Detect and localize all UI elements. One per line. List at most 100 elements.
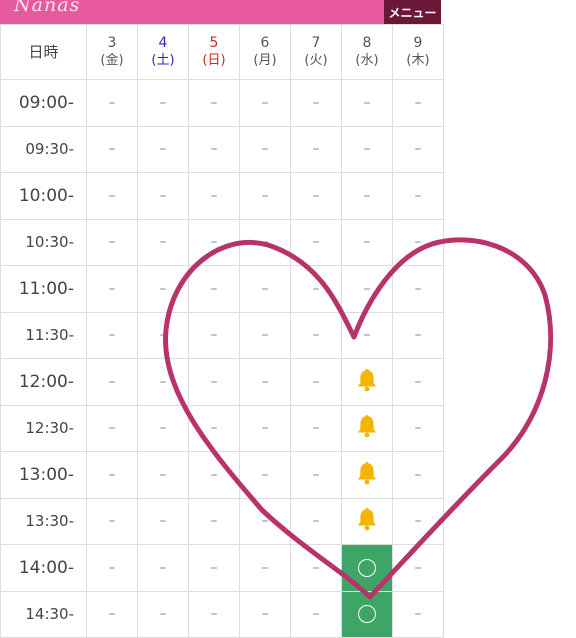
circle-icon [358,605,376,624]
time-slot-label: 11:00- [0,265,87,313]
slot-cell-unavailable: – [239,172,291,220]
day-date: 9 [413,35,423,51]
time-slot-label: 14:00- [0,544,87,592]
slot-cell-waitlist[interactable] [341,451,393,499]
slot-cell-available[interactable] [341,544,393,592]
time-slot-label: 13:00- [0,451,87,499]
slot-cell-unavailable: – [86,311,138,359]
day-header-4: 4 (土) [137,24,189,80]
day-header-3: 3 (金) [86,24,138,80]
slot-cell-waitlist[interactable] [341,358,393,406]
day-header-5: 5 (日) [188,24,240,80]
slot-cell-unavailable: – [86,590,138,638]
bell-icon [355,506,379,532]
slot-cell-unavailable: – [341,172,393,220]
slot-cell-unavailable: – [392,311,444,359]
slot-cell-unavailable: – [86,451,138,499]
slot-cell-unavailable: – [239,311,291,359]
slot-cell-unavailable: – [341,218,393,266]
slot-cell-unavailable: – [188,172,240,220]
time-row: 11:00- – – – – – – – [0,265,444,313]
slot-cell-unavailable: – [137,311,189,359]
time-row: 14:30- – – – – – – [0,590,444,638]
slot-cell-unavailable: – [137,265,189,313]
slot-cell-unavailable: – [239,265,291,313]
slot-cell-unavailable: – [86,404,138,452]
slot-cell-unavailable: – [239,590,291,638]
slot-cell-available[interactable] [341,590,393,638]
slot-cell-unavailable: – [239,497,291,545]
slot-cell-unavailable: – [290,218,342,266]
time-slot-label: 13:30- [0,497,87,545]
slot-cell-unavailable: – [188,311,240,359]
slot-cell-unavailable: – [392,497,444,545]
day-header-6: 6 (月) [239,24,291,80]
menu-button[interactable]: メニュー [384,0,441,24]
bell-icon [355,413,379,439]
slot-cell-unavailable: – [290,451,342,499]
slot-cell-unavailable: – [137,172,189,220]
slot-cell-unavailable: – [290,172,342,220]
slot-cell-unavailable: – [86,218,138,266]
day-of-week: (水) [355,53,379,68]
day-date: 3 [107,35,117,51]
reservation-schedule-table: 日時 3 (金) 4 (土) 5 (日) 6 (月) 7 (火) 8 (水) 9 (木) 09:00- – –… [0,24,444,638]
slot-cell-unavailable: – [239,544,291,592]
slot-cell-unavailable: – [341,125,393,173]
slot-cell-unavailable: – [290,79,342,127]
slot-cell-waitlist[interactable] [341,497,393,545]
slot-cell-unavailable: – [239,125,291,173]
day-date: 8 [362,35,372,51]
day-date: 7 [311,35,321,51]
slot-cell-unavailable: – [290,404,342,452]
slot-cell-unavailable: – [290,125,342,173]
time-row: 13:30- – – – – – – [0,497,444,545]
slot-cell-unavailable: – [290,544,342,592]
slot-cell-unavailable: – [392,544,444,592]
slot-cell-unavailable: – [188,404,240,452]
site-logo[interactable]: Nanas [14,0,80,20]
slot-cell-unavailable: – [188,358,240,406]
slot-cell-unavailable: – [392,590,444,638]
day-of-week: (木) [406,53,430,68]
day-of-week: (金) [100,53,124,68]
time-row: 13:00- – – – – – – [0,451,444,499]
slot-cell-unavailable: – [341,265,393,313]
slot-cell-unavailable: – [188,79,240,127]
slot-cell-unavailable: – [137,451,189,499]
day-header-8: 8 (水) [341,24,393,80]
slot-cell-unavailable: – [239,218,291,266]
slot-cell-unavailable: – [392,79,444,127]
slot-cell-unavailable: – [86,79,138,127]
time-row: 11:30- – – – – – – – [0,311,444,359]
slot-cell-unavailable: – [137,544,189,592]
slot-cell-unavailable: – [239,79,291,127]
time-row: 09:00- – – – – – – – [0,79,444,127]
day-of-week: (月) [253,53,277,68]
time-slot-label: 10:30- [0,218,87,266]
site-header: Nanas [0,0,441,24]
slot-cell-unavailable: – [86,172,138,220]
day-header-9: 9 (木) [392,24,444,80]
date-header-row: 日時 3 (金) 4 (土) 5 (日) 6 (月) 7 (火) 8 (水) 9 (木) [0,24,444,80]
slot-cell-unavailable: – [188,265,240,313]
slot-cell-unavailable: – [290,590,342,638]
slot-cell-unavailable: – [188,125,240,173]
slot-cell-unavailable: – [392,404,444,452]
slot-cell-unavailable: – [392,358,444,406]
time-slot-label: 14:30- [0,590,87,638]
time-row: 12:30- – – – – – – [0,404,444,452]
slot-cell-unavailable: – [341,311,393,359]
slot-cell-unavailable: – [137,79,189,127]
slot-cell-unavailable: – [290,497,342,545]
time-slot-label: 09:00- [0,79,87,127]
day-header-7: 7 (火) [290,24,342,80]
slot-cell-waitlist[interactable] [341,404,393,452]
slot-cell-unavailable: – [137,358,189,406]
time-row: 10:30- – – – – – – – [0,218,444,266]
slot-cell-unavailable: – [239,451,291,499]
slot-cell-unavailable: – [341,79,393,127]
slot-cell-unavailable: – [290,265,342,313]
slot-cell-unavailable: – [137,497,189,545]
time-row: 12:00- – – – – – – [0,358,444,406]
